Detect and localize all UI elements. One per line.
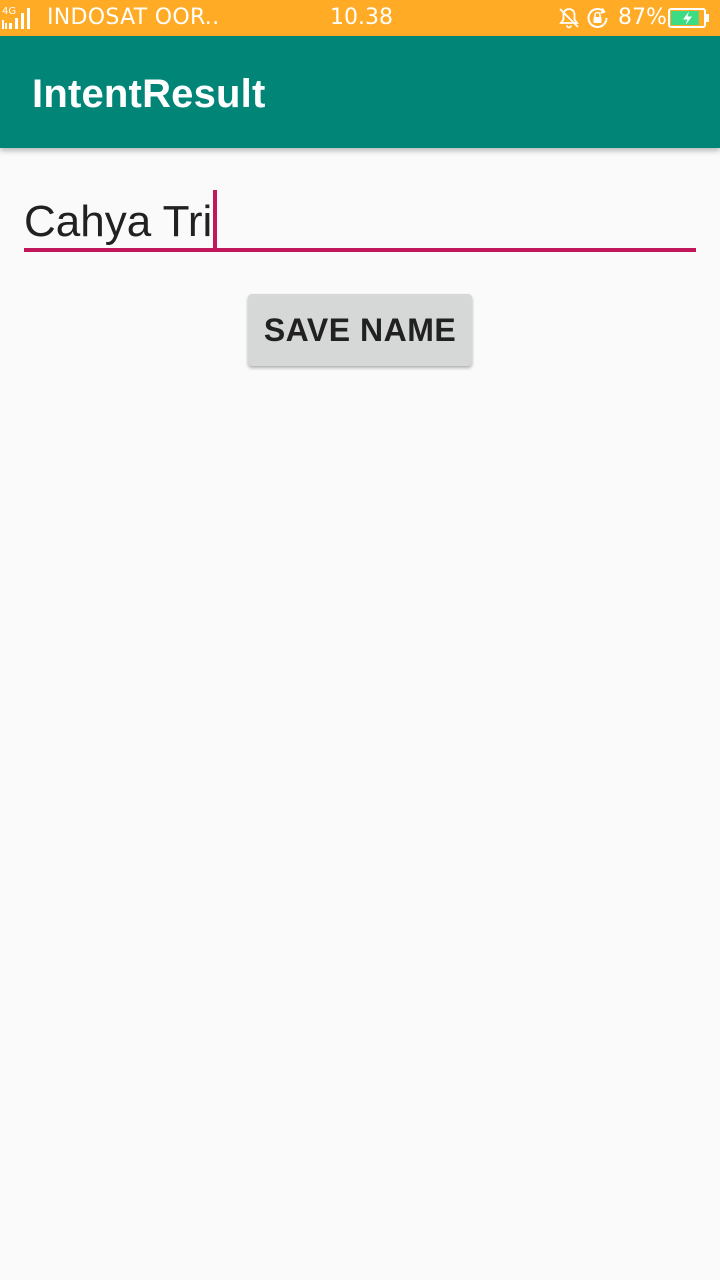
battery-percentage: 87%	[618, 5, 667, 30]
rotation-lock-icon	[587, 7, 608, 28]
carrier-name: INDOSAT OOR..	[47, 5, 220, 30]
name-input-field[interactable]: Cahya Tri	[24, 180, 696, 254]
name-input-text: Cahya Tri	[24, 197, 213, 246]
mute-notification-icon	[559, 8, 579, 29]
input-underline	[24, 248, 696, 252]
battery-charging-icon	[668, 8, 709, 28]
app-title: IntentResult	[32, 72, 266, 116]
clock: 10.38	[330, 5, 393, 30]
network-type-label: 4G	[2, 6, 17, 17]
text-cursor	[213, 190, 218, 250]
status-bar: 4G INDOSAT OOR.. 10.38 87%	[0, 0, 720, 36]
name-input-value[interactable]: Cahya Tri	[24, 190, 218, 250]
app-bar: IntentResult	[0, 36, 720, 148]
save-name-button[interactable]: SAVE NAME	[248, 294, 472, 366]
